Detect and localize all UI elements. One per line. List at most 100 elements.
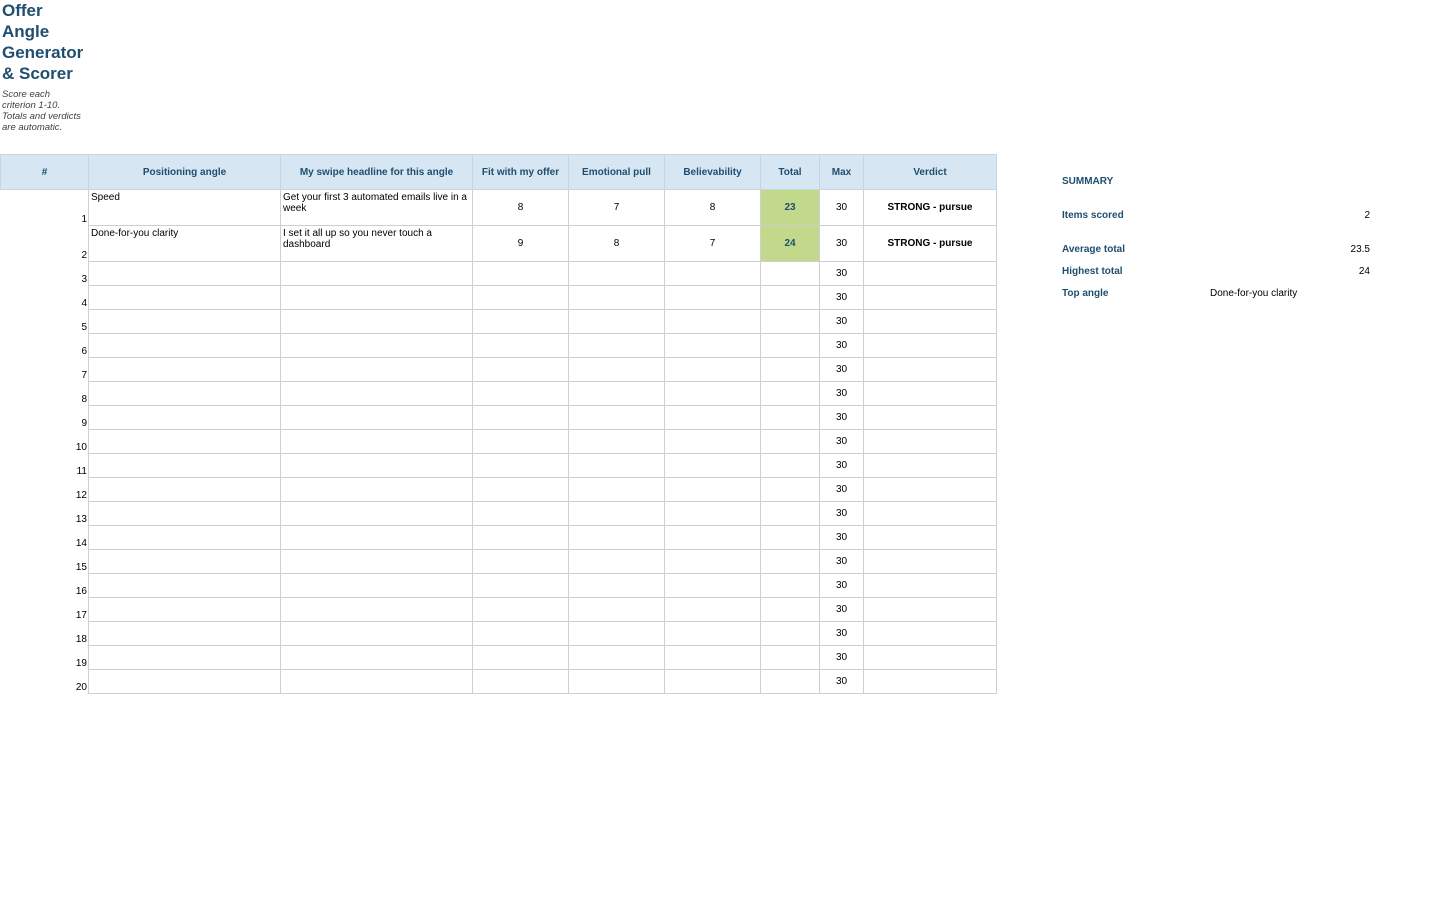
total-cell[interactable] [760,381,820,406]
verdict-cell[interactable]: STRONG - pursue [863,225,997,262]
total-cell[interactable] [760,477,820,502]
row-number-cell[interactable]: 11 [0,453,89,478]
total-cell[interactable] [760,261,820,286]
emotional-pull-cell[interactable] [568,669,665,694]
positioning-angle-cell[interactable] [88,549,281,574]
top-angle-label[interactable]: Top angle [1062,288,1108,299]
emotional-pull-cell[interactable] [568,261,665,286]
believability-cell[interactable] [664,621,761,646]
positioning-angle-cell[interactable] [88,453,281,478]
emotional-pull-cell[interactable]: 8 [568,225,665,262]
header-cell-believability[interactable]: Believability [664,154,761,190]
row-number-cell[interactable]: 17 [0,597,89,622]
positioning-angle-cell[interactable] [88,333,281,358]
fit-score-cell[interactable] [472,309,569,334]
believability-cell[interactable] [664,645,761,670]
emotional-pull-cell[interactable] [568,309,665,334]
believability-cell[interactable] [664,549,761,574]
top-angle-value[interactable]: Done-for-you clarity [1210,288,1297,299]
items-scored-value[interactable]: 2 [1364,210,1370,221]
verdict-cell[interactable] [863,573,997,598]
max-cell[interactable]: 30 [819,621,864,646]
max-cell[interactable]: 30 [819,333,864,358]
fit-score-cell[interactable] [472,645,569,670]
positioning-angle-cell[interactable] [88,285,281,310]
emotional-pull-cell[interactable] [568,429,665,454]
positioning-angle-cell[interactable]: Speed [88,189,281,226]
fit-score-cell[interactable] [472,429,569,454]
swipe-headline-cell[interactable] [280,453,473,478]
verdict-cell[interactable] [863,501,997,526]
max-cell[interactable]: 30 [819,429,864,454]
row-number-cell[interactable]: 20 [0,669,89,694]
row-number-cell[interactable]: 14 [0,525,89,550]
emotional-pull-cell[interactable] [568,597,665,622]
believability-cell[interactable] [664,669,761,694]
swipe-headline-cell[interactable] [280,477,473,502]
believability-cell[interactable] [664,405,761,430]
max-cell[interactable]: 30 [819,381,864,406]
row-number-cell[interactable]: 3 [0,261,89,286]
max-cell[interactable]: 30 [819,285,864,310]
total-cell[interactable] [760,285,820,310]
max-cell[interactable]: 30 [819,309,864,334]
verdict-cell[interactable] [863,621,997,646]
positioning-angle-cell[interactable] [88,477,281,502]
row-number-cell[interactable]: 18 [0,621,89,646]
emotional-pull-cell[interactable] [568,525,665,550]
swipe-headline-cell[interactable] [280,669,473,694]
row-number-cell[interactable]: 15 [0,549,89,574]
row-number-cell[interactable]: 9 [0,405,89,430]
verdict-cell[interactable] [863,285,997,310]
emotional-pull-cell[interactable] [568,333,665,358]
swipe-headline-cell[interactable] [280,261,473,286]
positioning-angle-cell[interactable] [88,621,281,646]
verdict-cell[interactable]: STRONG - pursue [863,189,997,226]
fit-score-cell[interactable] [472,525,569,550]
total-cell[interactable] [760,549,820,574]
page-subtitle[interactable]: Score each criterion 1-10. Totals and ve… [2,89,92,133]
header-cell-number[interactable]: # [0,154,89,190]
fit-score-cell[interactable] [472,597,569,622]
positioning-angle-cell[interactable] [88,597,281,622]
emotional-pull-cell[interactable] [568,285,665,310]
emotional-pull-cell[interactable] [568,573,665,598]
verdict-cell[interactable] [863,381,997,406]
total-cell[interactable] [760,573,820,598]
row-number-cell[interactable]: 16 [0,573,89,598]
positioning-angle-cell[interactable] [88,669,281,694]
header-cell-fit[interactable]: Fit with my offer [472,154,569,190]
verdict-cell[interactable] [863,549,997,574]
fit-score-cell[interactable] [472,381,569,406]
row-number-cell[interactable]: 13 [0,501,89,526]
max-cell[interactable]: 30 [819,405,864,430]
total-cell[interactable] [760,501,820,526]
fit-score-cell[interactable] [472,573,569,598]
emotional-pull-cell[interactable]: 7 [568,189,665,226]
emotional-pull-cell[interactable] [568,645,665,670]
believability-cell[interactable] [664,573,761,598]
verdict-cell[interactable] [863,453,997,478]
items-scored-label[interactable]: Items scored [1062,210,1124,221]
swipe-headline-cell[interactable] [280,525,473,550]
max-cell[interactable]: 30 [819,501,864,526]
swipe-headline-cell[interactable] [280,597,473,622]
total-cell[interactable] [760,309,820,334]
believability-cell[interactable]: 7 [664,225,761,262]
fit-score-cell[interactable] [472,333,569,358]
positioning-angle-cell[interactable]: Done-for-you clarity [88,225,281,262]
believability-cell[interactable] [664,381,761,406]
fit-score-cell[interactable] [472,261,569,286]
fit-score-cell[interactable] [472,501,569,526]
fit-score-cell[interactable] [472,621,569,646]
swipe-headline-cell[interactable] [280,405,473,430]
believability-cell[interactable] [664,429,761,454]
swipe-headline-cell[interactable] [280,333,473,358]
emotional-pull-cell[interactable] [568,381,665,406]
swipe-headline-cell[interactable] [280,645,473,670]
fit-score-cell[interactable] [472,669,569,694]
highest-total-value[interactable]: 24 [1359,266,1370,277]
emotional-pull-cell[interactable] [568,453,665,478]
believability-cell[interactable] [664,597,761,622]
positioning-angle-cell[interactable] [88,405,281,430]
